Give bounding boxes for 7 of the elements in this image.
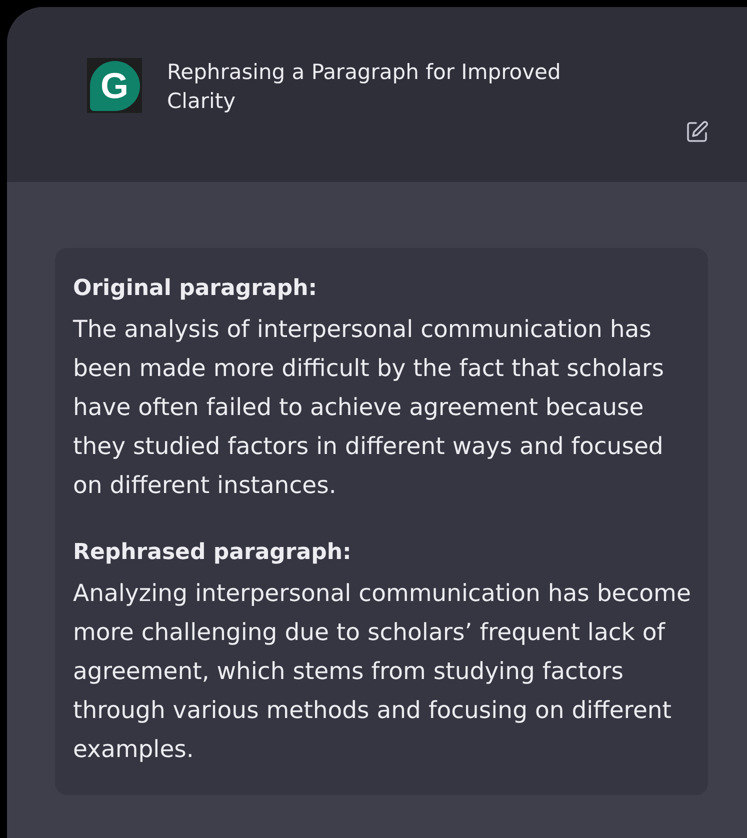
section-heading: Rephrased paragraph: xyxy=(73,539,352,567)
chat-title: Rephrasing a Paragraph for Improved Clarity xyxy=(167,59,562,115)
app-logo: G xyxy=(87,58,142,113)
edit-icon[interactable] xyxy=(685,120,709,144)
paragraph: Analyzing interpersonal communication has become more challenging due to scholars’ frequent lack of agreement, which stems from studying factors through various methods and focusing on different examples. xyxy=(73,578,692,765)
section-heading: Original paragraph: xyxy=(73,275,318,303)
paragraph: The analysis of interpersonal communication has been made more difficult by the fact that scholars have often failed to achieve agreement because they studied factors in different ways and focused on different instances. xyxy=(73,314,665,501)
